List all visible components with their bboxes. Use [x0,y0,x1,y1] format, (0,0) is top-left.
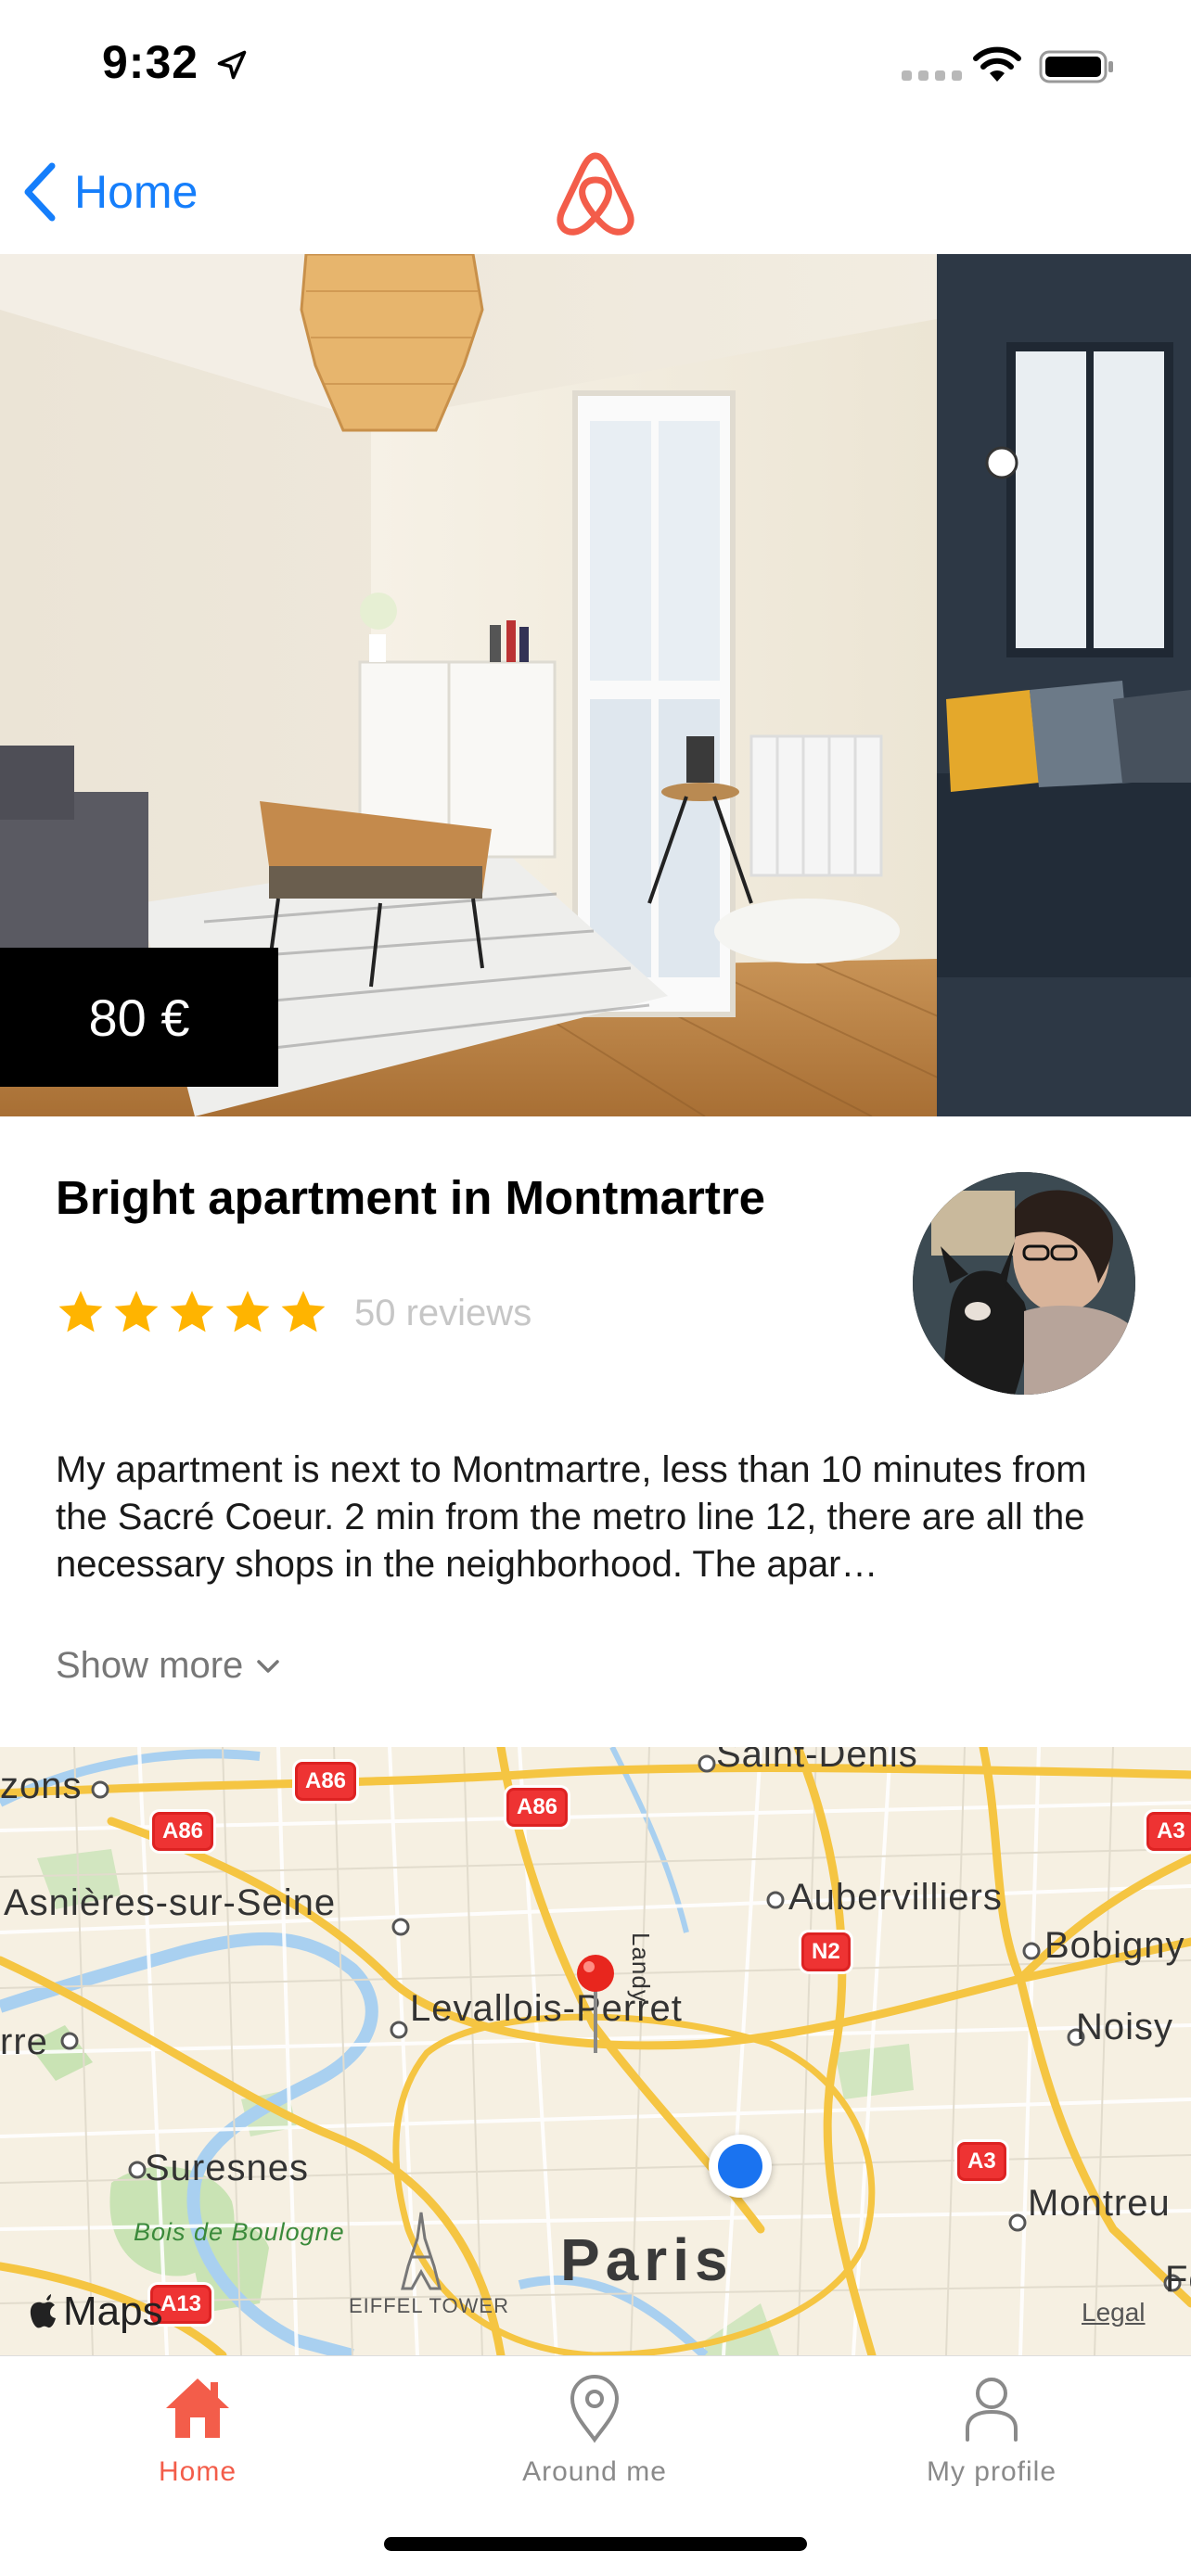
price-tag: 80 € [0,948,278,1087]
map-label: Fo [1165,2259,1191,2300]
tab-home[interactable]: Home [58,2373,337,2488]
map-label: Paris [560,2226,734,2293]
map-legal-link[interactable]: Legal [1082,2298,1146,2327]
road-badge: A86 [295,1762,357,1801]
listing-photo[interactable]: 80 € [0,254,1191,1116]
map-label: Levallois-Perret [410,1988,683,2029]
listing-description: My apartment is next to Montmartre, less… [56,1449,1087,1585]
maps-logo-text: Maps [63,2289,163,2334]
road-badge: A86 [152,1812,214,1851]
status-bar: 9:32 [0,0,1191,130]
map-label: Asnières-sur-Seine [4,1882,337,1923]
eiffel-tower-icon [401,2212,442,2290]
cellular-signal-icon [902,70,962,81]
star-icon [170,1291,214,1333]
airbnb-logo-icon [557,152,634,236]
map-label: EIFFEL TOWER [349,2294,509,2317]
apple-logo-icon [30,2294,56,2328]
battery-icon [1039,50,1113,83]
listing-map-pin-icon[interactable] [575,1953,616,2055]
star-icon [114,1291,159,1333]
map-label: Aubervilliers [788,1877,1003,1918]
map-label: Bois de Boulogne [134,2218,345,2246]
tab-my-profile[interactable]: My profile [852,2373,1131,2488]
location-arrow-icon [217,50,247,80]
back-button[interactable]: Home [20,159,198,224]
tab-label: Around me [522,2456,667,2487]
tab-label: Home [158,2456,237,2487]
home-indicator [384,2537,807,2551]
current-location-dot [709,2135,772,2198]
chevron-down-icon [257,1659,280,1673]
map-label: zons [0,1766,83,1806]
chevron-left-icon [24,162,56,222]
map-label: Bobigny [1044,1925,1185,1966]
map-label: Montreu [1028,2183,1171,2224]
show-more-label: Show more [56,1645,244,1686]
show-more-button[interactable]: Show more [56,1645,280,1687]
listing-title: Bright apartment in Montmartre [56,1171,766,1224]
tab-around-me[interactable]: Around me [455,2373,734,2488]
wifi-icon [973,46,1021,82]
map-label: Saint-Denis [716,1747,918,1775]
location-pin-icon [570,2374,620,2443]
star-icon [225,1291,270,1333]
map-label: Noisy [1076,2007,1174,2047]
map-label: Suresnes [145,2148,309,2188]
star-icon [281,1291,326,1333]
map-label: rre [0,2021,48,2062]
apple-maps-logo: Maps [26,2289,163,2335]
road-badge: N2 [801,1932,851,1971]
host-avatar[interactable] [913,1172,1135,1395]
road-badge: A3 [957,2142,1006,2181]
house-icon [166,2378,229,2438]
road-badge: A3 [1146,1812,1191,1851]
star-icon [58,1291,103,1333]
host-photo [913,1172,1135,1395]
back-button-label: Home [74,166,198,218]
rating-stars [56,1287,328,1337]
status-time: 9:32 [102,36,199,88]
person-icon [966,2378,1018,2442]
navigation-bar: Home [0,130,1191,254]
road-badge: A86 [506,1788,569,1827]
review-count: 50 reviews [354,1293,532,1333]
tab-label: My profile [926,2456,1057,2487]
